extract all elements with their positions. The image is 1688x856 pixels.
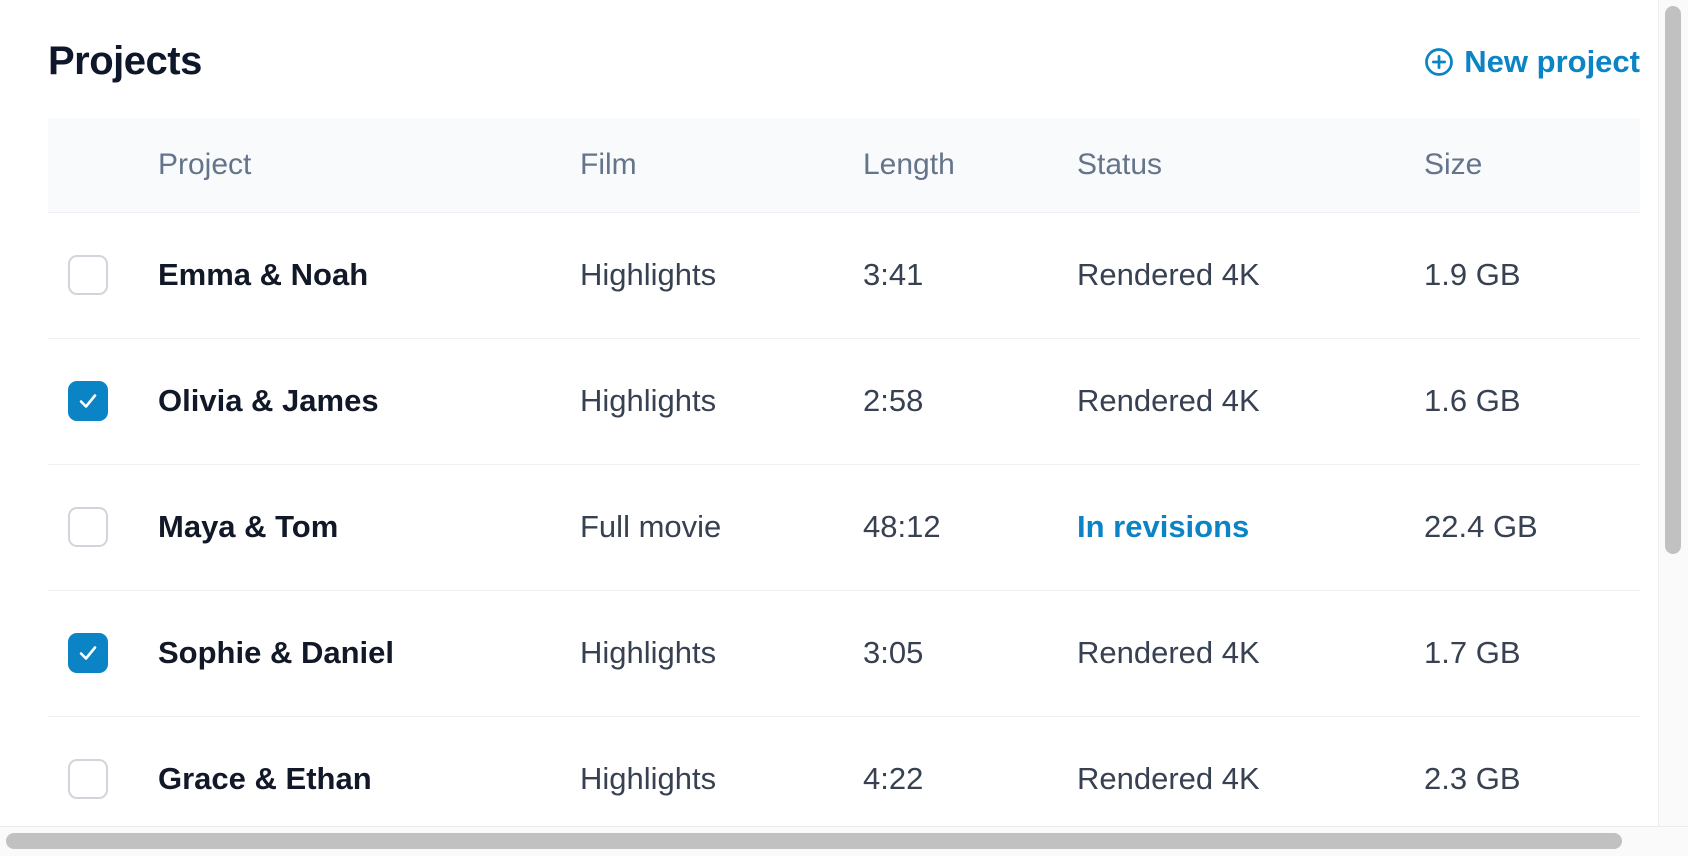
column-header-size[interactable]: Size [1424, 118, 1640, 212]
projects-panel: Projects New project Project Film Length… [48, 0, 1640, 826]
status-text[interactable]: In revisions [1077, 464, 1424, 590]
projects-table: Project Film Length Status Size Emma & N… [48, 118, 1640, 826]
column-header-status[interactable]: Status [1077, 118, 1424, 212]
column-header-project[interactable]: Project [158, 118, 580, 212]
project-name[interactable]: Maya & Tom [158, 464, 580, 590]
project-name[interactable]: Olivia & James [158, 338, 580, 464]
app-viewport: Projects New project Project Film Length… [0, 0, 1688, 856]
vertical-scrollbar-thumb[interactable] [1665, 6, 1681, 554]
table-row[interactable]: Olivia & James Highlights 2:58 Rendered … [48, 338, 1640, 464]
film-length: 4:22 [863, 761, 924, 797]
row-select-cell [48, 590, 158, 716]
table-header: Project Film Length Status Size [48, 118, 1640, 212]
page-title: Projects [48, 38, 202, 83]
project-name[interactable]: Sophie & Daniel [158, 590, 580, 716]
film-type: Highlights [580, 635, 717, 670]
table-row[interactable]: Sophie & Daniel Highlights 3:05 Rendered… [48, 590, 1640, 716]
select-column-header [48, 118, 158, 212]
row-checkbox[interactable] [68, 759, 108, 800]
film-length: 2:58 [863, 383, 924, 418]
new-project-label: New project [1464, 44, 1640, 79]
project-name[interactable]: Emma & Noah [158, 212, 580, 338]
row-checkbox[interactable] [68, 507, 108, 547]
file-size: 1.6 GB [1424, 383, 1521, 418]
table-row[interactable]: Maya & Tom Full movie 48:12 In revisions… [48, 464, 1640, 590]
film-length: 48:12 [863, 509, 941, 544]
check-icon [79, 394, 97, 408]
horizontal-scrollbar-thumb[interactable] [6, 833, 1622, 849]
film-type: Full movie [580, 509, 722, 544]
page-header: Projects New project [48, 0, 1640, 118]
table-row[interactable]: Emma & Noah Highlights 3:41 Rendered 4K … [48, 212, 1640, 338]
row-select-cell [48, 212, 158, 338]
file-size: 1.9 GB [1424, 257, 1521, 292]
status-text: Rendered 4K [1077, 761, 1260, 797]
table-body: Emma & Noah Highlights 3:41 Rendered 4K … [48, 212, 1640, 826]
film-length: 3:05 [863, 635, 924, 670]
file-size: 22.4 GB [1424, 509, 1538, 544]
file-size: 2.3 GB [1424, 761, 1521, 797]
film-type: Highlights [580, 761, 717, 797]
file-size: 1.7 GB [1424, 635, 1521, 670]
row-select-cell [48, 716, 158, 826]
row-checkbox[interactable] [68, 255, 108, 295]
film-type: Highlights [580, 257, 717, 292]
row-select-cell [48, 338, 158, 464]
vertical-scrollbar[interactable] [1658, 0, 1688, 826]
check-icon [79, 646, 97, 660]
film-type: Highlights [580, 383, 717, 418]
horizontal-scrollbar[interactable] [0, 826, 1688, 856]
row-checkbox[interactable] [68, 633, 108, 673]
column-header-film[interactable]: Film [580, 118, 863, 212]
plus-circle-icon [1424, 47, 1454, 77]
film-length: 3:41 [863, 257, 924, 292]
row-select-cell [48, 464, 158, 590]
status-text: Rendered 4K [1077, 383, 1260, 418]
new-project-button[interactable]: New project [1424, 44, 1640, 80]
project-name[interactable]: Grace & Ethan [158, 716, 580, 826]
table-row[interactable]: Grace & Ethan Highlights 4:22 Rendered 4… [48, 716, 1640, 826]
status-text: Rendered 4K [1077, 257, 1260, 292]
table-header-row: Project Film Length Status Size [48, 118, 1640, 212]
status-text: Rendered 4K [1077, 635, 1260, 670]
row-checkbox[interactable] [68, 381, 108, 421]
column-header-length[interactable]: Length [863, 118, 1077, 212]
